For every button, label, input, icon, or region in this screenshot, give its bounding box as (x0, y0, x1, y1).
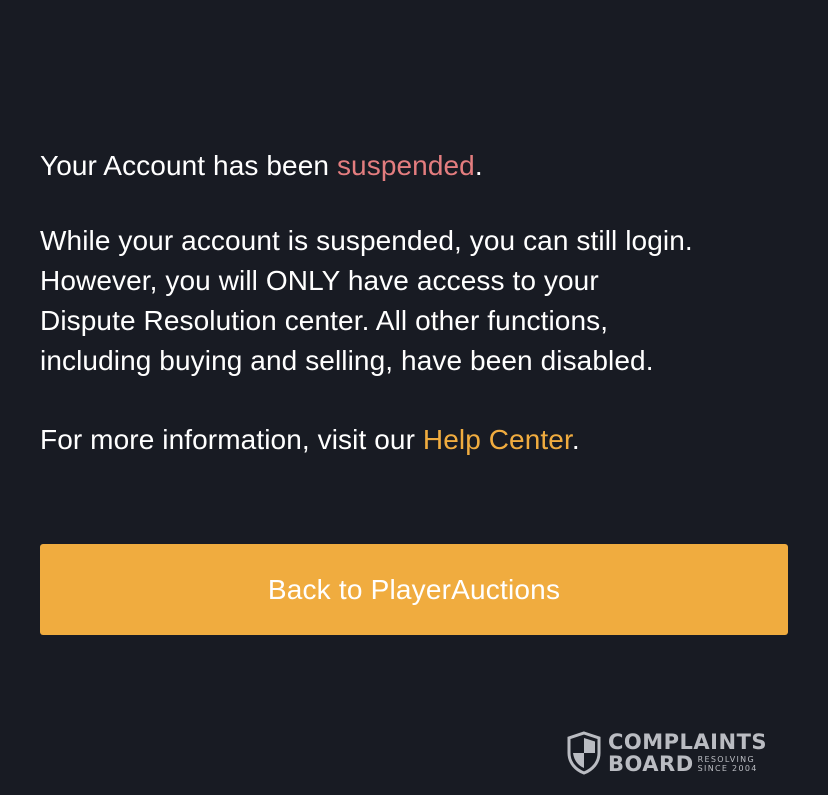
back-to-playerauctions-button[interactable]: Back to PlayerAuctions (40, 544, 788, 635)
watermark-tag2: SINCE 2004 (697, 763, 758, 773)
watermark-line1: COMPLAINTS (608, 729, 768, 754)
suspension-message: Your Account has been suspended. While y… (40, 146, 800, 460)
watermark-tagline: RESOLVING SINCE 2004 (698, 755, 758, 773)
suspension-headline: Your Account has been suspended. (40, 146, 800, 186)
back-button-label: Back to PlayerAuctions (267, 573, 561, 605)
more-info-prefix: For more information, visit our (40, 424, 423, 455)
complaintsboard-watermark: COMPLAINTS BOARD RESOLVING SINCE 2004 (566, 730, 767, 776)
details-line: However, you will ONLY have access to yo… (40, 265, 599, 296)
suspended-status: suspended (336, 150, 475, 181)
headline-prefix: Your Account has been (40, 150, 337, 181)
watermark-tag1: RESOLVING (697, 754, 755, 764)
help-center-link[interactable]: Help Center (423, 424, 572, 455)
details-line: Dispute Resolution center. All other fun… (40, 305, 609, 336)
more-info-suffix: . (571, 424, 580, 455)
details-line: While your account is suspended, you can… (40, 225, 693, 256)
headline-suffix: . (474, 150, 483, 181)
details-line: including buying and selling, have been … (40, 345, 654, 376)
shield-logo-icon (567, 731, 601, 775)
watermark-text: COMPLAINTS BOARD RESOLVING SINCE 2004 (608, 729, 768, 775)
suspension-details: While your account is suspended, you can… (40, 221, 800, 381)
more-info-text: For more information, visit our Help Cen… (40, 420, 800, 460)
watermark-line2: BOARD (608, 751, 694, 776)
watermark-row2: BOARD RESOLVING SINCE 2004 (608, 753, 767, 775)
